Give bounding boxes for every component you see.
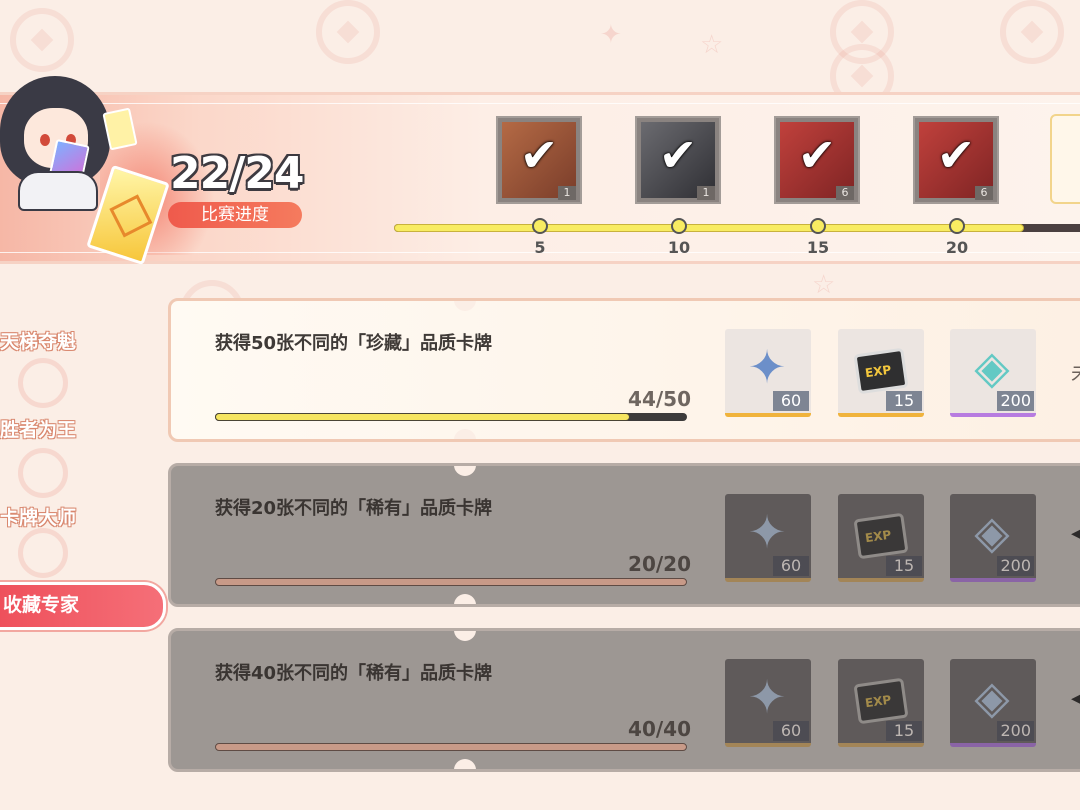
coin-pattern-icon (316, 0, 380, 64)
star-crystal-icon: ✦ (747, 505, 787, 559)
coin-pattern-icon (830, 0, 894, 64)
reward-star-crystal[interactable]: ✦ 60 (725, 659, 811, 747)
star-deco-icon: ☆ (812, 270, 836, 300)
milestone-reward-20[interactable]: ✔ 6 (913, 116, 999, 204)
exp-chip-icon: EXP (853, 347, 909, 395)
mission-progress-fill (215, 413, 631, 421)
reward-qty: 15 (886, 556, 922, 576)
reward-exp-chip[interactable]: EXP 15 (838, 329, 924, 417)
gem-orb-icon: ◈ (974, 505, 1010, 559)
check-icon: ✔ (936, 127, 976, 182)
milestone-reward-next[interactable] (1050, 114, 1080, 204)
milestone-node (671, 218, 687, 234)
reward-qty: 6 (975, 186, 993, 200)
reward-qty: 60 (773, 391, 809, 411)
match-progress-count: 22/24 (170, 148, 305, 199)
milestone-node (532, 218, 548, 234)
milestone-threshold: 20 (945, 238, 969, 257)
mission-title: 获得50张不同的「珍藏」品质卡牌 (215, 333, 493, 354)
reward-qty: 6 (836, 186, 854, 200)
mission-card[interactable]: 获得40张不同的「稀有」品质卡牌 40/40 ✦ 60 EXP 15 ◈ 200… (168, 628, 1080, 772)
milestone-node (810, 218, 826, 234)
milestone-node (949, 218, 965, 234)
mission-progress-bar (215, 743, 687, 751)
gem-orb-icon: ◈ (974, 670, 1010, 724)
reward-exp-chip[interactable]: EXP 15 (838, 494, 924, 582)
reward-qty: 60 (773, 556, 809, 576)
mission-card[interactable]: 获得50张不同的「珍藏」品质卡牌 44/50 ✦ 60 EXP 15 ◈ 200… (168, 298, 1080, 442)
reward-qty: 200 (997, 391, 1034, 411)
gem-orb-icon: ◈ (974, 340, 1010, 394)
reward-gem-orb[interactable]: ◈ 200 (950, 494, 1036, 582)
milestone-track-fill (394, 224, 1024, 232)
mission-title: 获得40张不同的「稀有」品质卡牌 (215, 663, 493, 684)
reward-star-crystal[interactable]: ✦ 60 (725, 329, 811, 417)
mission-count: 20/20 (628, 552, 691, 576)
mission-card[interactable]: 获得20张不同的「稀有」品质卡牌 20/20 ✦ 60 EXP 15 ◈ 200… (168, 463, 1080, 607)
coin-pattern-icon (10, 8, 74, 72)
reward-qty: 15 (886, 721, 922, 741)
reward-star-crystal[interactable]: ✦ 60 (725, 494, 811, 582)
check-icon: ✔ (797, 127, 837, 182)
mission-progress-bar (215, 578, 687, 586)
milestone-threshold: 10 (667, 238, 691, 257)
milestone-threshold: 15 (806, 238, 830, 257)
reward-gem-orb[interactable]: ◈ 200 (950, 329, 1036, 417)
sidebar-item-ladder[interactable]: 天梯夺魁 (0, 322, 160, 362)
reward-qty: 60 (773, 721, 809, 741)
check-icon: ✔ (519, 127, 559, 182)
reward-qty: 1 (558, 186, 576, 200)
star-crystal-icon: ✦ (747, 340, 787, 394)
star-crystal-icon: ✦ (747, 670, 787, 724)
coin-pattern-icon (18, 358, 68, 408)
reward-qty: 15 (886, 391, 922, 411)
mission-title: 获得20张不同的「稀有」品质卡牌 (215, 498, 493, 519)
coin-pattern-icon (18, 448, 68, 498)
star-deco-icon: ✦ (600, 20, 622, 50)
reward-qty: 200 (997, 556, 1034, 576)
mission-count: 44/50 (628, 387, 691, 411)
star-deco-icon: ☆ (700, 30, 724, 60)
milestone-reward-5[interactable]: ✔ 1 (496, 116, 582, 204)
claimed-check-icon: ◀ (1071, 518, 1080, 548)
reward-exp-chip[interactable]: EXP 15 (838, 659, 924, 747)
mission-progress-bar (215, 413, 687, 421)
check-icon: ✔ (658, 127, 698, 182)
milestone-track (394, 224, 1080, 232)
sidebar-item-collector[interactable]: 收藏专家 (0, 582, 166, 630)
milestone-reward-15[interactable]: ✔ 6 (774, 116, 860, 204)
milestone-threshold: 5 (534, 238, 546, 257)
coin-pattern-icon (1000, 0, 1064, 64)
reward-gem-orb[interactable]: ◈ 200 (950, 659, 1036, 747)
reward-qty: 1 (697, 186, 715, 200)
milestone-reward-10[interactable]: ✔ 1 (635, 116, 721, 204)
sidebar-item-winner[interactable]: 胜者为王 (0, 410, 160, 450)
claimed-check-icon: ◀ (1071, 683, 1080, 713)
exp-chip-icon: EXP (853, 512, 909, 560)
exp-chip-icon: EXP (853, 677, 909, 725)
match-progress-label: 比赛进度 (168, 202, 302, 228)
reward-qty: 200 (997, 721, 1034, 741)
sidebar-item-card-master[interactable]: 卡牌大师 (0, 498, 160, 538)
mission-count: 40/40 (628, 717, 691, 741)
mission-status: 未 (1071, 357, 1080, 386)
